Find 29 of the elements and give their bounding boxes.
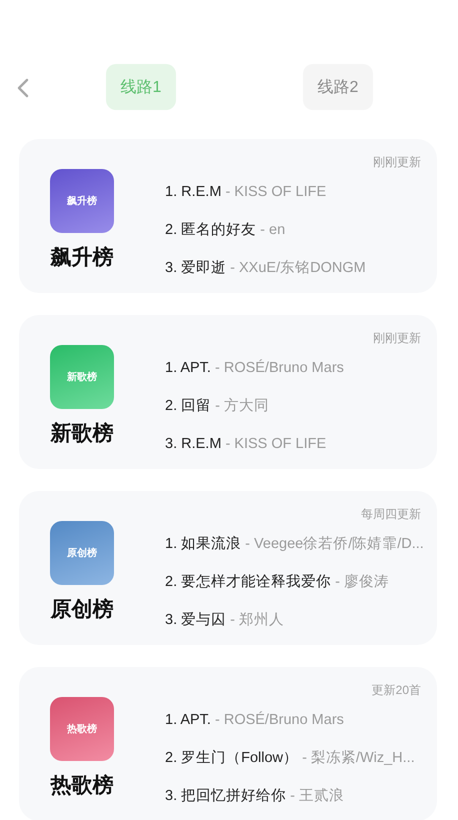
update-note: 刚刚更新	[373, 331, 421, 345]
chart-title: 原创榜	[50, 597, 114, 623]
chart-cover: 飙升榜	[50, 169, 114, 233]
chart-cover: 新歌榜	[50, 345, 114, 409]
song-line[interactable]: 2. 罗生门（Follow） - 梨冻紧/Wiz_H...	[165, 739, 415, 777]
chart-cover: 原创榜	[50, 521, 114, 585]
song-line[interactable]: 3. 把回忆拼好给你 - 王贰浪	[165, 777, 415, 815]
song-line[interactable]: 1. APT. - ROSÉ/Bruno Mars	[165, 701, 415, 739]
song-line[interactable]: 1. 如果流浪 - Veegee徐若侨/陈婧霏/D...	[165, 525, 424, 563]
chart-card[interactable]: 更新20首 热歌榜 热歌榜 1. APT. - ROSÉ/Bruno Mars 2. 罗生门（Follow） - 梨冻紧/Wiz_H... 3. 把回忆拼好给你 - 王贰浪	[19, 667, 437, 820]
chart-title: 飙升榜	[50, 245, 114, 271]
song-line[interactable]: 3. 爱与囚 - 郑州人	[165, 601, 424, 639]
update-note: 更新20首	[372, 683, 421, 697]
chart-card[interactable]: 刚刚更新 飙升榜 飙升榜 1. R.E.M - KISS OF LIFE 2. 匿名的好友 - en 3. 爱即逝 - XXuE/东铭DONGM	[19, 139, 437, 293]
chart-title: 新歌榜	[50, 420, 114, 447]
back-icon[interactable]	[17, 78, 29, 98]
chart-cover: 热歌榜	[50, 697, 114, 761]
update-note: 刚刚更新	[373, 155, 421, 169]
song-line[interactable]: 2. 匿名的好友 - en	[165, 211, 366, 249]
song-line[interactable]: 1. APT. - ROSÉ/Bruno Mars	[165, 349, 344, 387]
chart-card[interactable]: 每周四更新 原创榜 原创榜 1. 如果流浪 - Veegee徐若侨/陈婧霏/D... 2. 要怎样才能诠释我爱你 - 廖俊涛 3. 爱与囚 - 郑州人	[19, 491, 437, 645]
update-note: 每周四更新	[361, 507, 421, 521]
song-line[interactable]: 2. 回留 - 方大同	[165, 387, 344, 425]
song-line[interactable]: 1. R.E.M - KISS OF LIFE	[165, 173, 366, 211]
chart-card[interactable]: 刚刚更新 新歌榜 新歌榜 1. APT. - ROSÉ/Bruno Mars 2. 回留 - 方大同 3. R.E.M - KISS OF LIFE	[19, 315, 437, 469]
chart-title: 热歌榜	[50, 773, 114, 799]
song-line[interactable]: 3. R.E.M - KISS OF LIFE	[165, 425, 344, 463]
song-line[interactable]: 3. 爱即逝 - XXuE/东铭DONGM	[165, 249, 366, 287]
song-line[interactable]: 2. 要怎样才能诠释我爱你 - 廖俊涛	[165, 563, 424, 601]
